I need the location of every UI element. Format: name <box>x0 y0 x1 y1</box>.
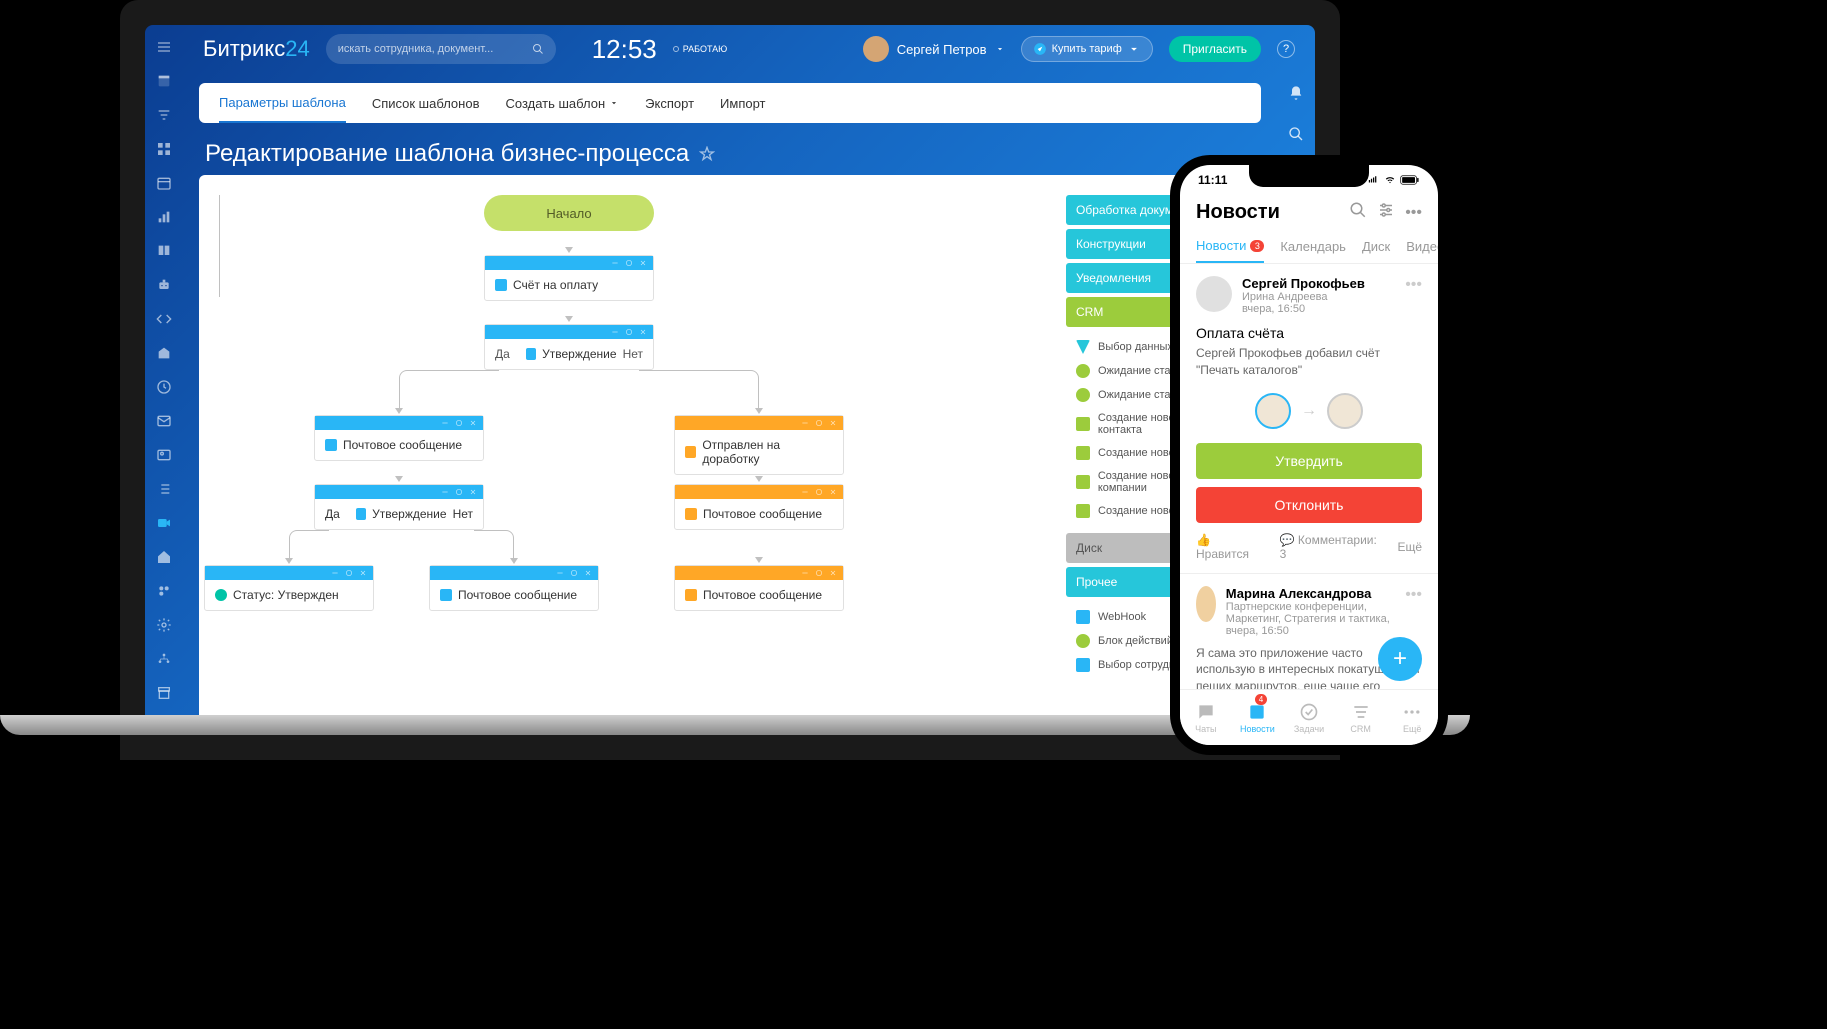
avatar <box>863 36 889 62</box>
logo[interactable]: Битрикс24 <box>203 36 310 62</box>
clock: 12:53 <box>592 34 657 65</box>
post-menu-icon[interactable]: ••• <box>1405 276 1422 315</box>
post-author[interactable]: Марина Александрова <box>1226 586 1395 601</box>
right-sidebar <box>1277 85 1315 147</box>
robot-icon[interactable] <box>155 277 173 293</box>
flow-node-email-2[interactable]: Почтовое сообщение <box>674 484 844 530</box>
tab-create-template[interactable]: Создать шаблон <box>505 83 619 123</box>
tabs-bar: Параметры шаблона Список шаблонов Создат… <box>199 83 1261 123</box>
image-icon[interactable] <box>155 447 173 463</box>
phone-header: Новости ••• <box>1180 195 1438 230</box>
post-text: Сергей Прокофьев добавил счёт "Печать ка… <box>1196 345 1422 379</box>
post-avatar[interactable] <box>1196 276 1232 312</box>
tab-template-params[interactable]: Параметры шаблона <box>219 83 346 123</box>
bell-icon[interactable] <box>1288 85 1304 106</box>
star-icon[interactable] <box>699 146 715 162</box>
search-input[interactable]: искать сотрудника, документ... <box>326 34 556 64</box>
flow-start-node[interactable]: Начало <box>484 195 654 231</box>
nav-tasks[interactable]: Задачи <box>1283 690 1335 745</box>
help-icon[interactable]: ? <box>1277 40 1295 58</box>
code-icon[interactable] <box>155 311 173 327</box>
fab-add-button[interactable]: + <box>1378 637 1422 681</box>
tab-import[interactable]: Импорт <box>720 83 765 123</box>
phone-tab-news[interactable]: Новости3 <box>1196 230 1264 263</box>
phone-tabs: Новости3 Календарь Диск Видео1 <box>1180 230 1438 264</box>
search-icon[interactable] <box>1288 126 1304 147</box>
post-menu-icon[interactable]: ••• <box>1405 586 1422 637</box>
home-icon[interactable] <box>155 549 173 565</box>
like-button[interactable]: 👍 Нравится <box>1196 533 1264 561</box>
post-author[interactable]: Сергей Прокофьев <box>1242 276 1365 291</box>
gear-icon[interactable] <box>155 617 173 633</box>
nav-more[interactable]: Ещё <box>1386 690 1438 745</box>
feed-post: Сергей ПрокофьевИрина Андреевавчера, 16:… <box>1180 264 1438 574</box>
nav-crm[interactable]: CRM <box>1335 690 1387 745</box>
clock-icon[interactable] <box>155 379 173 395</box>
left-sidebar <box>145 25 183 735</box>
org-icon[interactable] <box>155 651 173 667</box>
flow-node-email-4[interactable]: Почтовое сообщение <box>674 565 844 611</box>
chart-icon[interactable] <box>155 209 173 225</box>
buy-tariff-button[interactable]: Купить тариф <box>1021 36 1153 62</box>
settings-icon[interactable] <box>1377 201 1395 224</box>
app-icon[interactable] <box>155 583 173 599</box>
user-menu[interactable]: Сергей Петров <box>863 36 1005 62</box>
more-icon[interactable]: ••• <box>1405 204 1422 222</box>
invite-button[interactable]: Пригласить <box>1169 36 1261 62</box>
tab-export[interactable]: Экспорт <box>645 83 694 123</box>
tab-template-list[interactable]: Список шаблонов <box>372 83 480 123</box>
phone-tab-disk[interactable]: Диск <box>1362 230 1390 263</box>
comments-button[interactable]: 💬 Комментарии: 3 <box>1280 533 1382 561</box>
approval-flow: → <box>1196 393 1422 429</box>
workflow-canvas: Начало Счёт на оплату ДаУтверждениеНет П… <box>199 175 1261 735</box>
book-icon[interactable] <box>155 243 173 259</box>
mail-icon[interactable] <box>155 413 173 429</box>
phone-tab-video[interactable]: Видео1 <box>1406 230 1438 263</box>
flow-node-approval-2[interactable]: ДаУтверждениеНет <box>314 484 484 530</box>
topbar: Битрикс24 искать сотрудника, документ...… <box>183 25 1315 73</box>
nav-chats[interactable]: Чаты <box>1180 690 1232 745</box>
grid-icon[interactable] <box>155 141 173 157</box>
nav-news[interactable]: Новости4 <box>1232 690 1284 745</box>
filter-icon[interactable] <box>155 107 173 123</box>
approve-button[interactable]: Утвердить <box>1196 443 1422 479</box>
reject-button[interactable]: Отклонить <box>1196 487 1422 523</box>
calendar-icon[interactable] <box>155 175 173 191</box>
phone-mockup: 11:11 Новости ••• Новости3 Календарь Дис… <box>1170 155 1448 755</box>
more-button[interactable]: Ещё <box>1397 540 1422 554</box>
flow-node-email-1[interactable]: Почтовое сообщение <box>314 415 484 461</box>
flow-node-invoice[interactable]: Счёт на оплату <box>484 255 654 301</box>
flow-node-email-3[interactable]: Почтовое сообщение <box>429 565 599 611</box>
flow-node-approval-1[interactable]: ДаУтверждениеНет <box>484 324 654 370</box>
page-title: Редактирование шаблона бизнес-процесса <box>205 140 715 168</box>
phone-bottom-nav: Чаты Новости4 Задачи CRM Ещё <box>1180 689 1438 745</box>
post-title: Оплата счёта <box>1196 325 1422 341</box>
post-avatar[interactable] <box>1196 586 1216 622</box>
building-icon[interactable] <box>155 345 173 361</box>
archive-icon[interactable] <box>155 685 173 701</box>
flow-node-status[interactable]: Статус: Утвержден <box>204 565 374 611</box>
window-icon[interactable] <box>155 73 173 89</box>
phone-tab-calendar[interactable]: Календарь <box>1280 230 1346 263</box>
menu-icon[interactable] <box>155 39 173 55</box>
work-status[interactable]: РАБОТАЮ <box>673 44 728 54</box>
flow-node-rework[interactable]: Отправлен на доработку <box>674 415 844 475</box>
list-icon[interactable] <box>155 481 173 497</box>
search-icon[interactable] <box>1349 201 1367 224</box>
video-icon[interactable] <box>155 515 173 531</box>
